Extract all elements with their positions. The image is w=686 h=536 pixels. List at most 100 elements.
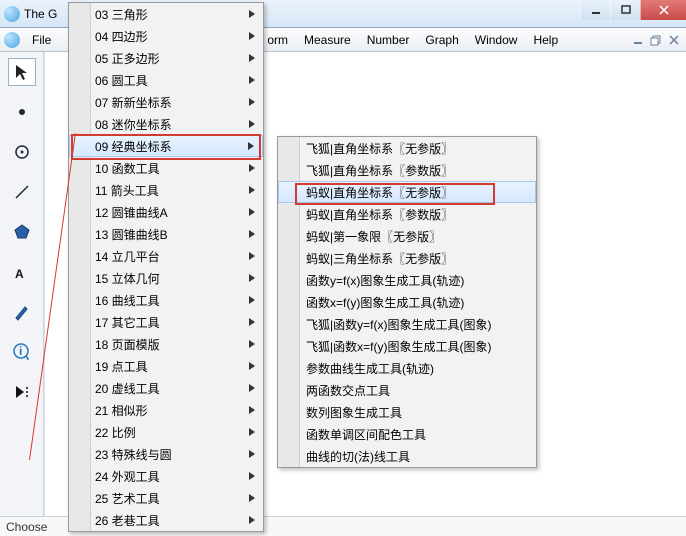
dropdown-item[interactable]: 03 三角形 [69,3,263,25]
dropdown-item[interactable]: 19 点工具 [69,355,263,377]
menu-transform[interactable]: orm [259,28,296,51]
text-tool-icon[interactable]: A [8,258,36,286]
menu-help[interactable]: Help [525,28,566,51]
close-button[interactable] [640,0,686,20]
pen-tool-icon[interactable] [8,298,36,326]
submenu-arrow-icon [249,249,255,263]
dropdown-item[interactable]: 05 正多边形 [69,47,263,69]
submenu-item[interactable]: 蚂蚁|第一象限〖无参版〗 [278,225,536,247]
dropdown-item[interactable]: 04 四边形 [69,25,263,47]
dropdown-item[interactable]: 07 新新坐标系 [69,91,263,113]
dropdown-item[interactable]: 10 函数工具 [69,157,263,179]
submenu-item-label: 两函数交点工具 [306,382,390,399]
dropdown-item[interactable]: 21 相似形 [69,399,263,421]
submenu-arrow-icon [249,293,255,307]
dropdown-item[interactable]: 25 艺术工具 [69,487,263,509]
point-tool-icon[interactable] [8,98,36,126]
tool-palette: A i [0,52,44,536]
menu-graph[interactable]: Graph [417,28,466,51]
submenu-arrow-icon [249,359,255,373]
dropdown-item[interactable]: 24 外观工具 [69,465,263,487]
submenu-item-label: 曲线的切(法)线工具 [306,448,410,465]
dropdown-item[interactable]: 12 圆锥曲线A [69,201,263,223]
mdi-close-icon[interactable] [666,32,682,48]
dropdown-item[interactable]: 13 圆锥曲线B [69,223,263,245]
dropdown-item-label: 19 点工具 [95,358,148,375]
submenu-item[interactable]: 参数曲线生成工具(轨迹) [278,357,536,379]
line-tool-icon[interactable] [8,178,36,206]
dropdown-item[interactable]: 09 经典坐标系 [69,135,263,157]
window-title: The G [24,7,57,21]
dropdown-item-label: 12 圆锥曲线A [95,204,168,221]
submenu-arrow-icon [249,117,255,131]
menu-number[interactable]: Number [359,28,418,51]
submenu-item[interactable]: 蚂蚁|直角坐标系〖无参版〗 [278,181,536,203]
submenu-item[interactable]: 蚂蚁|直角坐标系〖参数版〗 [278,203,536,225]
circle-tool-icon[interactable] [8,138,36,166]
svg-text:A: A [15,267,24,281]
arrow-tool-icon[interactable] [8,58,36,86]
submenu-arrow-icon [249,51,255,65]
submenu-item[interactable]: 飞狐|函数y=f(x)图象生成工具(图象) [278,313,536,335]
dropdown-item[interactable]: 17 其它工具 [69,311,263,333]
submenu-item[interactable]: 函数y=f(x)图象生成工具(轨迹) [278,269,536,291]
submenu-arrow-icon [249,29,255,43]
app-icon [4,6,20,22]
submenu-item[interactable]: 数列图象生成工具 [278,401,536,423]
submenu-arrow-icon [249,205,255,219]
submenu-arrow-icon [249,403,255,417]
submenu-item[interactable]: 函数单调区间配色工具 [278,423,536,445]
dropdown-item[interactable]: 08 迷你坐标系 [69,113,263,135]
submenu-item[interactable]: 飞狐|直角坐标系〖参数版〗 [278,159,536,181]
menu-window[interactable]: Window [467,28,526,51]
menu-measure[interactable]: Measure [296,28,359,51]
submenu-item[interactable]: 飞狐|直角坐标系〖无参版〗 [278,137,536,159]
status-text: Choose [6,520,47,534]
submenu-item-label: 飞狐|直角坐标系〖参数版〗 [306,162,453,179]
submenu-item[interactable]: 蚂蚁|三角坐标系〖无参版〗 [278,247,536,269]
submenu-item-label: 函数x=f(y)图象生成工具(轨迹) [306,294,464,311]
dropdown-item-label: 09 经典坐标系 [95,138,172,155]
dropdown-item[interactable]: 20 虚线工具 [69,377,263,399]
menu-file[interactable]: File [24,28,59,51]
dropdown-item[interactable]: 23 特殊线与圆 [69,443,263,465]
submenu-item[interactable]: 函数x=f(y)图象生成工具(轨迹) [278,291,536,313]
submenu-arrow-icon [249,227,255,241]
submenu-item-label: 飞狐|函数y=f(x)图象生成工具(图象) [306,316,491,333]
mdi-restore-icon[interactable] [648,32,664,48]
custom-tool-icon[interactable] [8,378,36,406]
dropdown-item-label: 08 迷你坐标系 [95,116,172,133]
dropdown-item[interactable]: 22 比例 [69,421,263,443]
dropdown-item-label: 17 其它工具 [95,314,160,331]
doc-icon [4,32,20,48]
dropdown-item-label: 22 比例 [95,424,136,441]
mdi-minimize-icon[interactable] [630,32,646,48]
info-tool-icon[interactable]: i [8,338,36,366]
submenu-arrow-icon [248,139,254,153]
dropdown-item[interactable]: 18 页面模版 [69,333,263,355]
submenu-arrow-icon [249,513,255,527]
submenu-arrow-icon [249,95,255,109]
submenu-item[interactable]: 飞狐|函数x=f(y)图象生成工具(图象) [278,335,536,357]
dropdown-item-label: 23 特殊线与圆 [95,446,172,463]
dropdown-item[interactable]: 16 曲线工具 [69,289,263,311]
dropdown-item[interactable]: 26 老巷工具 [69,509,263,531]
submenu-arrow-icon [249,425,255,439]
dropdown-item[interactable]: 14 立几平台 [69,245,263,267]
dropdown-item[interactable]: 15 立体几何 [69,267,263,289]
submenu-item[interactable]: 两函数交点工具 [278,379,536,401]
dropdown-item[interactable]: 11 箭头工具 [69,179,263,201]
minimize-button[interactable] [580,0,610,20]
dropdown-item-label: 20 虚线工具 [95,380,160,397]
dropdown-item[interactable]: 06 圆工具 [69,69,263,91]
submenu-arrow-icon [249,271,255,285]
dropdown-item-label: 21 相似形 [95,402,148,419]
dropdown-item-label: 18 页面模版 [95,336,160,353]
submenu-arrow-icon [249,447,255,461]
submenu-item[interactable]: 曲线的切(法)线工具 [278,445,536,467]
polygon-tool-icon[interactable] [8,218,36,246]
submenu-arrow-icon [249,337,255,351]
maximize-button[interactable] [610,0,640,20]
tools-dropdown-menu: 03 三角形 04 四边形 05 正多边形06 圆工具07 新新坐标系 08 迷你坐标… [68,2,264,532]
dropdown-item-label: 04 四边形 [95,28,148,45]
